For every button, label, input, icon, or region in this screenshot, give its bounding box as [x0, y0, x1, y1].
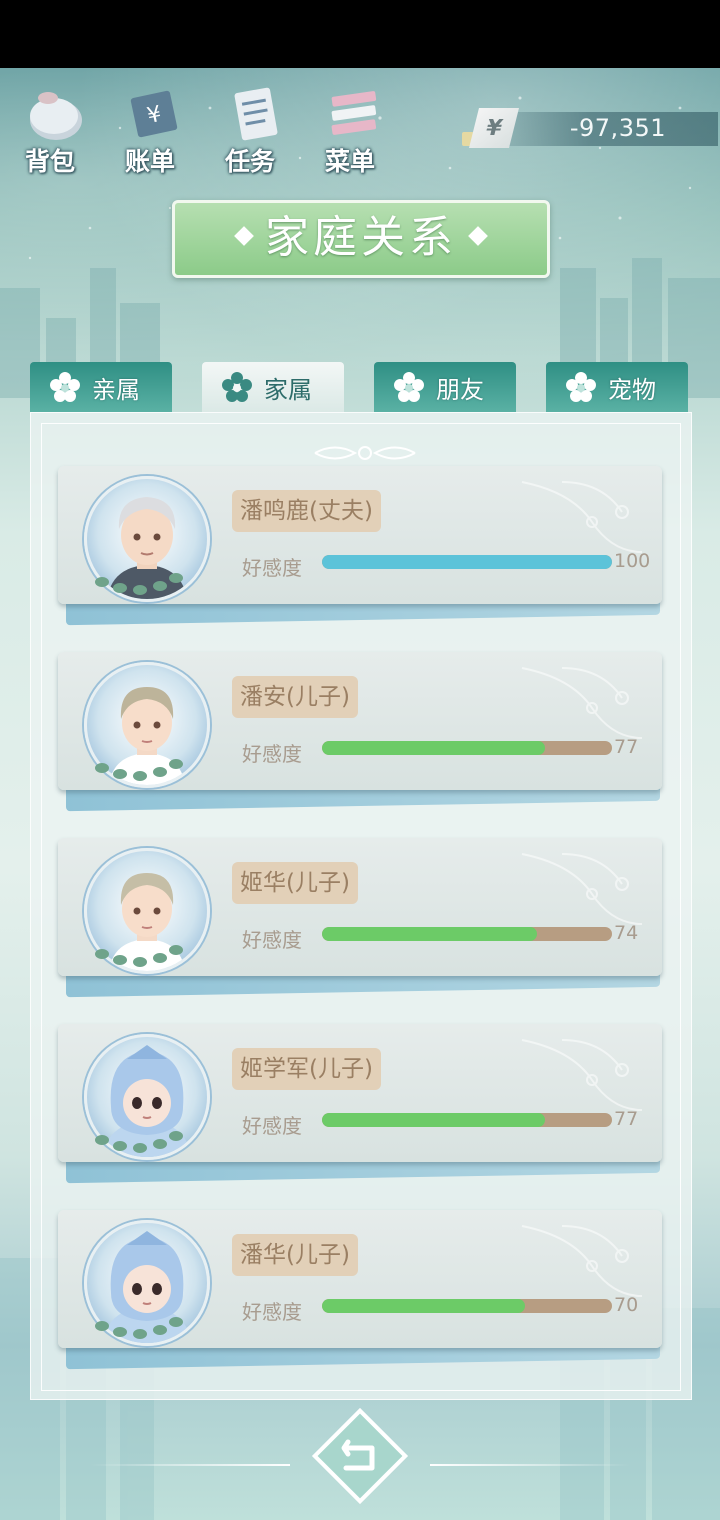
- money-value: -97,351: [569, 114, 666, 142]
- affection-bar: [322, 1113, 612, 1127]
- affection-bar-fill: [322, 1299, 525, 1313]
- divider-right: [430, 1464, 630, 1466]
- affection-label: 好感度: [242, 1300, 302, 1324]
- toolbar-task-button[interactable]: 任务: [210, 78, 300, 178]
- back-button[interactable]: [310, 1406, 410, 1506]
- toolbar-menu-button[interactable]: 菜单: [310, 78, 400, 178]
- affection-label: 好感度: [242, 1114, 302, 1138]
- affection-value: 77: [614, 1108, 639, 1130]
- vine-ornament-icon: [521, 1039, 643, 1111]
- toolbar-task-label: 任务: [224, 147, 275, 176]
- currency-symbol: ¥: [483, 115, 505, 141]
- affection-bar: [322, 927, 612, 941]
- toolbar-bill-button[interactable]: ¥ 账单: [110, 78, 200, 178]
- back-arrow-icon: [311, 1407, 409, 1505]
- card-face: 姬学军(儿子) 好感度 77: [58, 1024, 662, 1162]
- diamond-icon: [468, 226, 488, 246]
- affection-bar: [322, 555, 612, 569]
- tab-pets[interactable]: 宠物: [546, 362, 688, 412]
- vine-ornament-icon: [521, 853, 643, 925]
- toolbar-bag-label: 背包: [24, 147, 75, 176]
- card-face: 潘鸣鹿(丈夫) 好感度 100: [58, 466, 662, 604]
- affection-value: 77: [614, 736, 639, 758]
- affection-bar: [322, 741, 612, 755]
- member-card[interactable]: 潘华(儿子) 好感度 70: [58, 1210, 662, 1370]
- card-face: 潘安(儿子) 好感度 77: [58, 652, 662, 790]
- flower-icon: [566, 372, 596, 402]
- affection-bar-fill: [322, 741, 546, 755]
- member-name: 姬华(儿子): [232, 862, 358, 904]
- toolbar-bill-label: 账单: [124, 147, 175, 176]
- affection-label: 好感度: [242, 928, 302, 952]
- leaf-vine-icon: [95, 573, 183, 595]
- member-card[interactable]: 姬华(儿子) 好感度 74: [58, 838, 662, 998]
- flower-icon: [394, 372, 424, 402]
- leaf-vine-icon: [95, 945, 183, 967]
- card-face: 潘华(儿子) 好感度 70: [58, 1210, 662, 1348]
- affection-value: 70: [614, 1294, 639, 1316]
- ornament-icon: [314, 446, 416, 460]
- member-name: 姬学军(儿子): [232, 1048, 381, 1090]
- money-display: ¥ -97,351: [462, 108, 718, 148]
- leaf-vine-icon: [95, 1317, 183, 1339]
- toolbar-bag-button[interactable]: 背包: [10, 78, 100, 178]
- flower-icon: [50, 372, 80, 402]
- affection-value: 74: [614, 922, 639, 944]
- member-name: 潘安(儿子): [232, 676, 358, 718]
- bill-icon: ¥: [130, 90, 178, 138]
- affection-bar-fill: [322, 555, 612, 569]
- tab-pets-label: 宠物: [608, 376, 656, 404]
- vine-ornament-icon: [521, 1225, 643, 1297]
- card-face: 姬华(儿子) 好感度 74: [58, 838, 662, 976]
- member-card[interactable]: 潘安(儿子) 好感度 77: [58, 652, 662, 812]
- menu-icon: [331, 91, 377, 135]
- tab-friends[interactable]: 朋友: [374, 362, 516, 412]
- page-title: 家庭关系: [265, 212, 457, 263]
- affection-value: 100: [614, 550, 651, 572]
- divider-left: [90, 1464, 290, 1466]
- leaf-vine-icon: [95, 1131, 183, 1153]
- leaf-vine-icon: [95, 759, 183, 781]
- tab-relatives[interactable]: 亲属: [30, 362, 172, 412]
- page-title-row: 家庭关系: [175, 203, 547, 275]
- affection-bar-fill: [322, 927, 537, 941]
- vine-ornament-icon: [521, 667, 643, 739]
- tab-relatives-label: 亲属: [92, 376, 140, 404]
- affection-label: 好感度: [242, 556, 302, 580]
- toolbar-menu-label: 菜单: [324, 147, 375, 176]
- vine-ornament-icon: [521, 481, 643, 553]
- member-card[interactable]: 潘鸣鹿(丈夫) 好感度 100: [58, 466, 662, 626]
- tab-family[interactable]: 家属: [202, 362, 344, 412]
- title-plate: 家庭关系: [172, 200, 550, 278]
- task-icon: [234, 87, 278, 141]
- affection-bar: [322, 1299, 612, 1313]
- affection-label: 好感度: [242, 742, 302, 766]
- member-card[interactable]: 姬学军(儿子) 好感度 77: [58, 1024, 662, 1184]
- member-name: 潘鸣鹿(丈夫): [232, 490, 381, 532]
- member-name: 潘华(儿子): [232, 1234, 358, 1276]
- bag-icon: [30, 92, 82, 140]
- affection-bar-fill: [322, 1113, 546, 1127]
- flower-icon: [222, 372, 252, 402]
- tab-friends-label: 朋友: [436, 376, 484, 404]
- diamond-icon: [234, 226, 254, 246]
- tab-family-label: 家属: [264, 376, 312, 404]
